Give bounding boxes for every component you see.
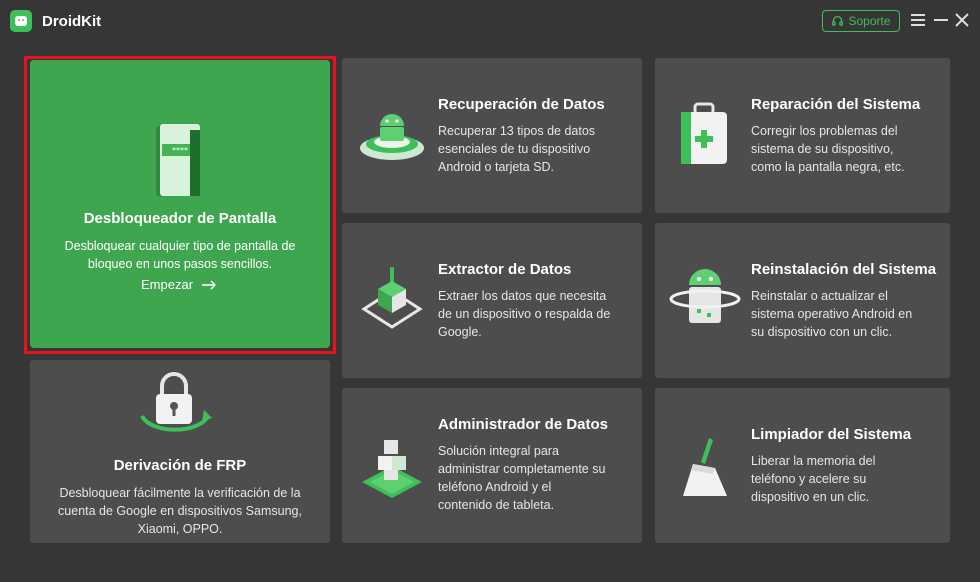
- data-manager-desc-4: contenido de tableta.: [438, 498, 555, 512]
- app-title: DroidKit: [42, 13, 102, 30]
- broom-icon: [683, 438, 727, 496]
- android-recovery-icon: [360, 114, 424, 160]
- system-reinstall-desc-3: su dispositivo con un clic.: [751, 325, 893, 339]
- support-label: Soporte: [848, 14, 891, 28]
- system-cleaner-card[interactable]: Limpiador del Sistema Liberar la memoria…: [655, 388, 950, 543]
- system-reinstall-desc-1: Reinstalar o actualizar el: [751, 289, 888, 303]
- support-button[interactable]: Soporte: [822, 10, 900, 32]
- data-manager-title: Administrador de Datos: [438, 416, 609, 433]
- data-recovery-desc-1: Recuperar 13 tipos de datos: [438, 124, 596, 138]
- system-reinstall-card[interactable]: Reinstalación del Sistema Reinstalar o a…: [655, 223, 950, 378]
- data-extractor-desc-2: de un dispositivo o respalda de: [438, 307, 611, 321]
- data-manager-desc-3: teléfono Android y el: [438, 480, 552, 494]
- data-extractor-desc-1: Extraer los datos que necesita: [438, 289, 607, 303]
- lock-icon: [140, 372, 212, 432]
- data-recovery-desc-3: Android o tarjeta SD.: [438, 160, 555, 174]
- data-manager-desc-2: administrar completamente su: [438, 462, 606, 476]
- close-button[interactable]: [954, 12, 970, 28]
- data-extractor-title: Extractor de Datos: [438, 261, 572, 278]
- frp-bypass-desc-1: Desbloquear fácilmente la verificación d…: [59, 486, 301, 500]
- first-aid-kit-icon: [681, 102, 727, 164]
- data-manager-desc-1: Solución integral para: [438, 444, 559, 458]
- system-reinstall-title: Reinstalación del Sistema: [751, 261, 937, 278]
- hamburger-icon: [911, 14, 925, 16]
- minimize-button[interactable]: [934, 19, 948, 21]
- frp-bypass-title: Derivación de FRP: [113, 457, 247, 474]
- data-recovery-card[interactable]: Recuperación de Datos Recuperar 13 tipos…: [342, 58, 642, 213]
- data-extract-icon: [361, 267, 423, 329]
- system-cleaner-desc-2: teléfono y acelere su: [751, 472, 867, 486]
- system-repair-desc-2: sistema de su dispositivo,: [751, 142, 894, 156]
- frp-bypass-desc-3: Xiaomi, OPPO.: [137, 522, 223, 536]
- system-repair-card[interactable]: Reparación del Sistema Corregir los prob…: [655, 58, 950, 213]
- system-repair-desc-3: como la pantalla negra, etc.: [751, 160, 905, 174]
- frp-bypass-desc-2: cuenta de Google en dispositivos Samsung…: [58, 504, 302, 518]
- data-extractor-desc-3: Google.: [438, 325, 482, 339]
- system-cleaner-title: Limpiador del Sistema: [751, 426, 912, 443]
- data-manager-card[interactable]: Administrador de Datos Solución integral…: [342, 388, 642, 543]
- data-extractor-card[interactable]: Extractor de Datos Extraer los datos que…: [342, 223, 642, 378]
- system-cleaner-desc-1: Liberar la memoria del: [751, 454, 876, 468]
- menu-button[interactable]: [910, 14, 926, 28]
- data-recovery-desc-2: esenciales de tu dispositivo: [438, 142, 591, 156]
- title-bar: DroidKit Soporte: [0, 0, 980, 44]
- system-repair-title: Reparación del Sistema: [751, 96, 921, 113]
- android-reinstall-icon: [669, 269, 741, 323]
- system-reinstall-desc-2: sistema operativo Android en: [751, 307, 913, 321]
- system-repair-desc-1: Corregir los problemas del: [751, 124, 898, 138]
- system-cleaner-desc-3: dispositivo en un clic.: [751, 490, 870, 504]
- data-recovery-title: Recuperación de Datos: [438, 96, 605, 113]
- data-manager-icon: [362, 440, 422, 498]
- headset-icon: [832, 15, 844, 26]
- droidkit-logo-icon: [10, 10, 32, 32]
- frp-bypass-card[interactable]: Derivación de FRP Desbloquear fácilmente…: [30, 360, 330, 543]
- selection-highlight: [24, 56, 336, 354]
